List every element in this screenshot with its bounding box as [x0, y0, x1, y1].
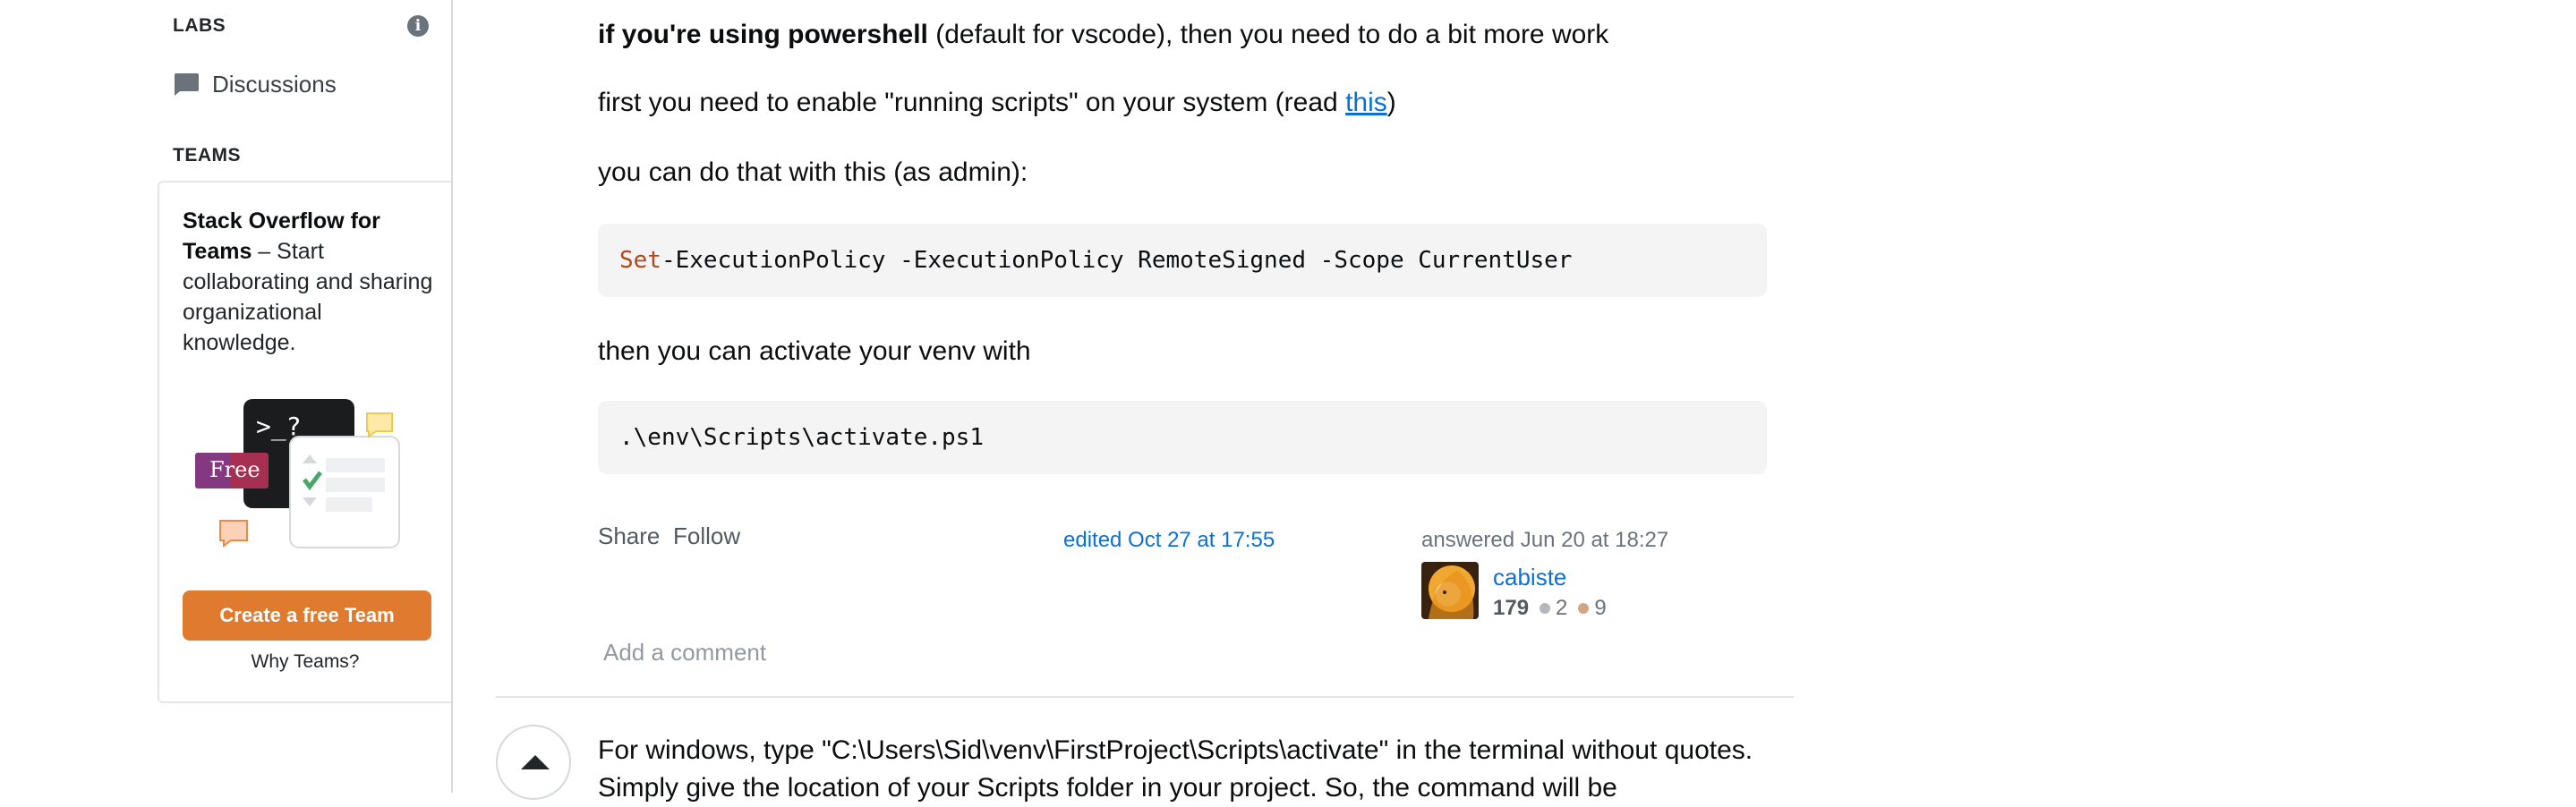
add-comment-link[interactable]: Add a comment	[603, 639, 766, 667]
code-keyword: Set	[619, 247, 661, 274]
answered-timestamp: answered Jun 20 at 18:27	[1421, 528, 1669, 552]
teams-promo-text: Stack Overflow for Teams – Start collabo…	[183, 206, 433, 358]
sidebar-item-discussions[interactable]: Discussions	[173, 68, 337, 100]
user-name-link[interactable]: cabiste	[1493, 564, 1566, 591]
answer-paragraph-2: first you need to enable "running script…	[598, 88, 1396, 118]
teams-illustration-art: >_? Free	[195, 399, 400, 548]
upvote-arrow-icon	[521, 755, 550, 769]
p1-rest: (default for vscode), then you need to d…	[927, 20, 1609, 49]
user-stats: 179 2 9	[1493, 596, 1607, 621]
answer-divider	[496, 696, 1794, 698]
answer-area: if you're using powershell (default for …	[496, 0, 1803, 803]
follow-link[interactable]: Follow	[673, 522, 740, 550]
bronze-badge-count: 9	[1594, 596, 1607, 620]
discussions-label: Discussions	[212, 70, 337, 98]
silver-badge-icon	[1540, 603, 1551, 614]
teams-illustration: >_? Free	[192, 390, 406, 560]
code-block-activate[interactable]: .\env\Scripts\activate.ps1	[598, 401, 1767, 474]
free-badge-text: Free	[209, 457, 260, 482]
p2-end: )	[1386, 88, 1396, 117]
powershell-bold-text: if you're using powershell	[598, 20, 928, 49]
labs-heading: LABS	[173, 15, 226, 36]
edited-link[interactable]: edited Oct 27 at 17:55	[1063, 528, 1275, 553]
share-link[interactable]: Share	[598, 522, 660, 550]
teams-promo-card: Stack Overflow for Teams – Start collabo…	[158, 181, 451, 703]
code-block-set-policy[interactable]: Set-ExecutionPolicy -ExecutionPolicy Rem…	[598, 224, 1767, 297]
teams-heading: TEAMS	[173, 145, 241, 166]
p2-text: first you need to enable "running script…	[598, 88, 1346, 117]
create-free-team-button[interactable]: Create a free Team	[183, 590, 431, 641]
avatar[interactable]	[1421, 562, 1479, 619]
answer-paragraph-3: you can do that with this (as admin):	[598, 157, 1028, 187]
chat-bubble-icon	[174, 73, 199, 96]
user-avatar-image	[1421, 562, 1479, 619]
answer-paragraph-1: if you're using powershell (default for …	[598, 20, 1608, 50]
upvote-button[interactable]	[496, 725, 571, 800]
left-sidebar: LABS i Discussions TEAMS Stack Overflow …	[0, 0, 453, 793]
user-reputation: 179	[1493, 596, 1530, 620]
code-command: -ExecutionPolicy -ExecutionPolicy Remote…	[661, 247, 1573, 274]
why-teams-link[interactable]: Why Teams?	[159, 651, 451, 673]
answer-paragraph-4: then you can activate your venv with	[598, 336, 1031, 366]
bronze-badge-icon	[1578, 603, 1590, 614]
info-icon[interactable]: i	[407, 15, 429, 37]
next-answer-text: For windows, type "C:\Users\Sid\venv\Fir…	[598, 735, 1753, 803]
this-link[interactable]: this	[1345, 88, 1387, 117]
silver-badge-count: 2	[1556, 596, 1568, 620]
